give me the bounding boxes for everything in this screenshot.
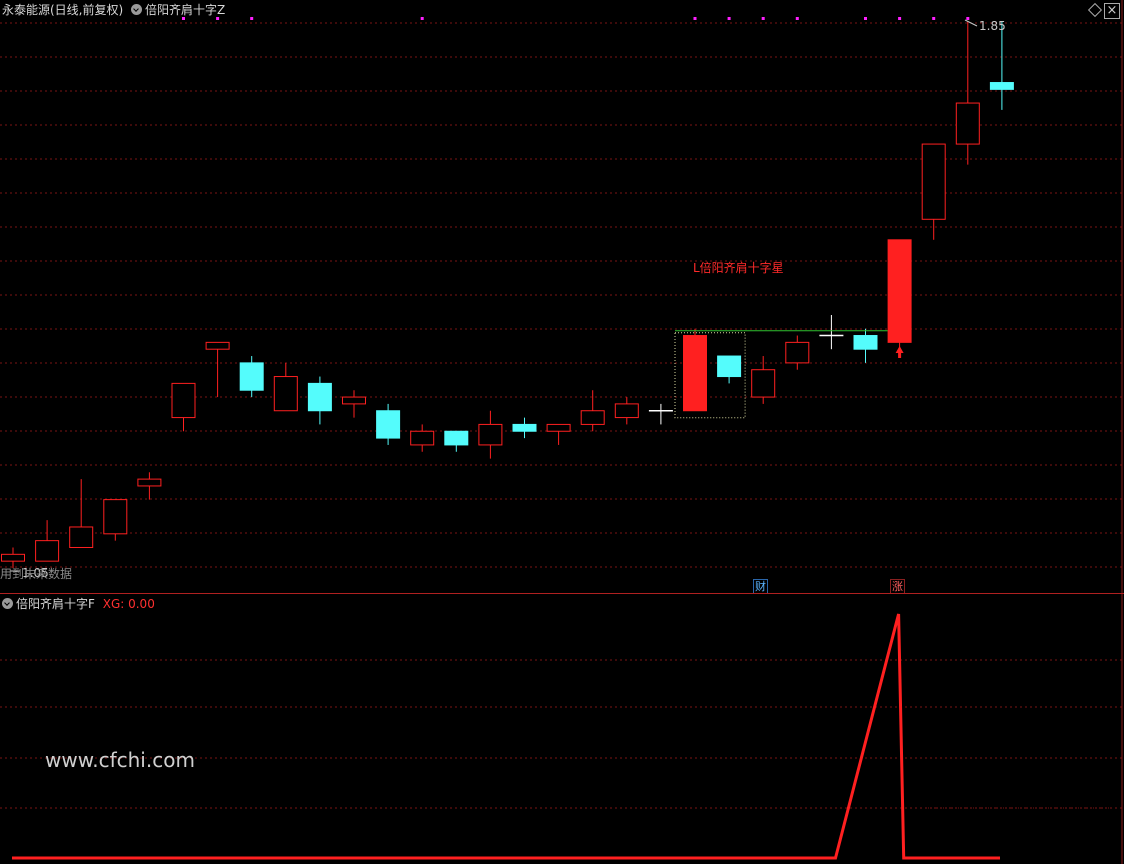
candle-body — [444, 430, 469, 446]
candle-body — [342, 396, 366, 405]
pattern-annotation: L倍阳齐肩十字星 — [693, 261, 784, 275]
candle-body — [989, 82, 1014, 90]
candle — [342, 390, 366, 418]
candle — [410, 424, 435, 452]
xg-value: XG: 0.00 — [102, 597, 155, 611]
candle-body — [103, 499, 128, 535]
candle-body — [137, 478, 162, 487]
candle-body — [921, 143, 946, 220]
main-candlestick-chart[interactable] — [0, 0, 1124, 593]
close-icon[interactable]: × — [1104, 3, 1120, 19]
rise-tag[interactable]: 涨 — [890, 579, 905, 594]
max-price-label: 1.85 — [979, 19, 1006, 33]
stock-title[interactable]: 永泰能源(日线,前复权) — [2, 3, 123, 17]
candle — [35, 520, 60, 562]
candle — [614, 397, 639, 425]
finance-tag[interactable]: 财 — [753, 579, 768, 594]
candle-body — [205, 341, 230, 350]
candle-body — [546, 423, 571, 432]
candle-body — [273, 376, 298, 412]
candle-body — [239, 362, 264, 391]
signal-dot — [795, 17, 799, 20]
candle — [683, 328, 707, 412]
signal-dot — [966, 17, 970, 20]
candle-body — [887, 239, 912, 343]
candle — [921, 143, 946, 240]
site-watermark: www.cfchi.com — [45, 748, 195, 772]
candle-body — [683, 335, 707, 412]
candle-body — [410, 430, 435, 446]
candle — [580, 390, 605, 432]
candle-body — [478, 423, 503, 446]
candle — [819, 315, 844, 350]
candle — [444, 430, 469, 452]
candle — [307, 376, 332, 425]
indicator-header: 倍阳齐肩十字F XG: 0.00 — [2, 596, 155, 612]
candle-body — [1, 553, 25, 562]
candle — [103, 499, 128, 541]
indicator-sub-menu-icon[interactable] — [2, 598, 13, 609]
signal-dot — [420, 17, 424, 20]
future-data-warning: 用到未来数据 — [0, 567, 73, 581]
signal-dot — [727, 17, 731, 20]
main-grid — [0, 0, 1124, 593]
candle — [239, 356, 264, 398]
candle-body — [35, 540, 60, 562]
indicator-menu-icon[interactable] — [131, 4, 143, 15]
candle-body — [614, 403, 639, 419]
candle — [989, 21, 1014, 110]
candle-body — [853, 335, 878, 350]
candle-body — [751, 369, 776, 398]
candle — [648, 403, 673, 425]
candle — [853, 328, 878, 363]
candle-body — [376, 410, 401, 439]
signal-dot — [250, 17, 254, 20]
candle-body — [171, 382, 196, 419]
xg-line — [12, 613, 1000, 860]
signal-dot — [864, 17, 867, 20]
candle — [955, 21, 980, 165]
signal-dot — [761, 17, 765, 20]
candle-body — [307, 382, 332, 412]
candle-body — [580, 410, 605, 425]
up-arrow-icon — [895, 346, 904, 358]
candle — [137, 472, 162, 500]
candle — [376, 403, 401, 445]
candle — [171, 382, 196, 432]
xg-series-line — [12, 613, 1000, 860]
chart-header: 永泰能源(日线,前复权) 倍阳齐肩十字Z — [2, 2, 225, 18]
sub-grid — [0, 594, 1124, 864]
candle-body — [785, 341, 810, 364]
indicator-sub-name[interactable]: 倍阳齐肩十字F — [16, 597, 95, 611]
candle — [478, 410, 503, 459]
candle-body — [512, 423, 537, 432]
candle — [546, 423, 571, 445]
indicator-chart[interactable] — [0, 594, 1124, 864]
candle-body — [955, 102, 980, 145]
candle-body — [717, 355, 742, 378]
candle — [273, 362, 298, 412]
candle-body — [69, 526, 94, 548]
signal-dot — [932, 17, 936, 20]
signal-dot — [898, 17, 902, 20]
candle — [512, 417, 537, 439]
candle — [887, 239, 912, 350]
candle — [69, 479, 94, 548]
candle — [205, 341, 230, 398]
indicator-main-name[interactable]: 倍阳齐肩十字Z — [145, 3, 225, 17]
top-signal-dots — [182, 17, 970, 20]
signal-dot — [693, 17, 697, 20]
candle — [717, 355, 742, 384]
candle — [785, 335, 810, 370]
